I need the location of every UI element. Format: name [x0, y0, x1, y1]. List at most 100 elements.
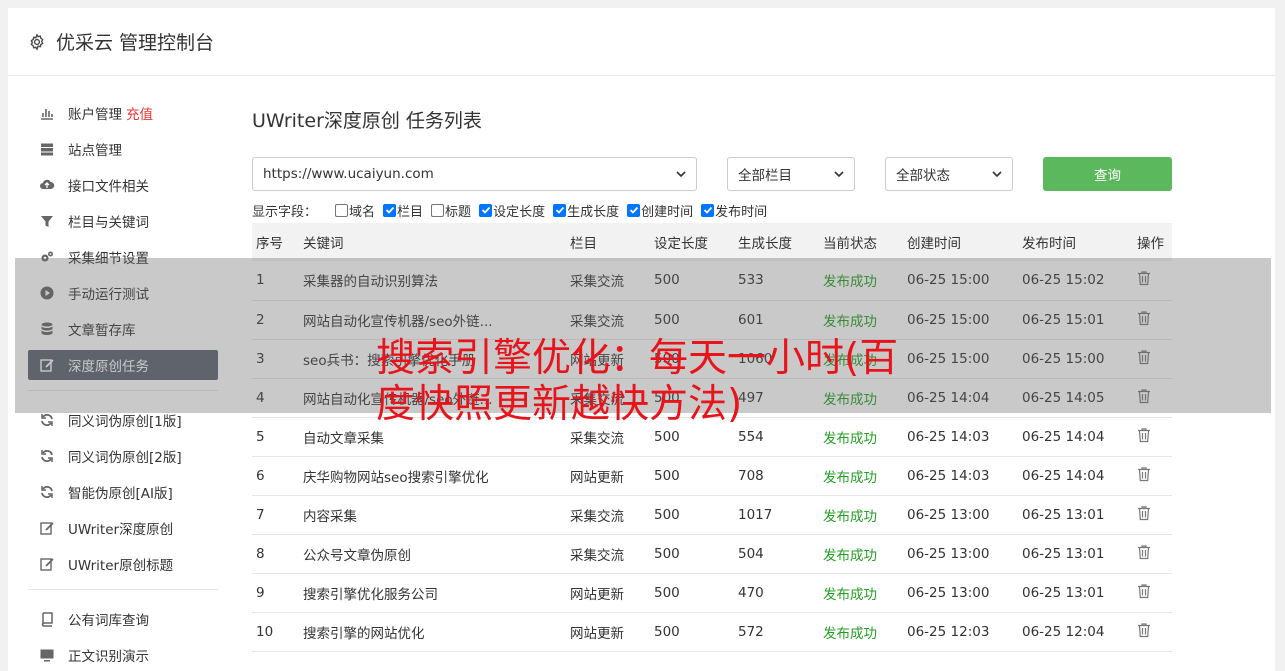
gear-icon [30, 32, 44, 51]
checkbox-label: 发布时间 [715, 204, 768, 220]
refresh-icon [38, 412, 56, 428]
trash-icon[interactable] [1137, 544, 1151, 560]
table-cell-action [1133, 456, 1172, 495]
filter-bar: https://www.ucaiyun.com 全部栏目 全部状态 查询 [252, 157, 1172, 191]
column-header: 栏目 [570, 236, 597, 252]
table-cell: 06-25 12:03 [907, 623, 990, 640]
column-select[interactable]: 全部栏目 [727, 157, 855, 191]
table-cell: 网站更新 [570, 469, 624, 486]
sidebar-item-label: 公有词库查询 [68, 613, 149, 629]
sidebar-item-label: 账户管理 [68, 107, 122, 123]
query-button[interactable]: 查询 [1043, 157, 1172, 191]
checkbox-box[interactable] [627, 203, 641, 217]
table-cell-action [1133, 612, 1172, 651]
sidebar-item-label: UWriter深度原创 [68, 522, 174, 538]
checkbox-box[interactable] [335, 203, 349, 217]
sidebar-item-0[interactable]: 账户管理 充值 [28, 98, 218, 128]
checkbox-box[interactable] [479, 203, 493, 217]
table-row: 6 庆华购物网站seo搜索引擎优化 网站更新 500 708 发布成功 06-25 14:0… [252, 456, 1172, 495]
table-cell: 06-25 14:04 [1022, 467, 1105, 484]
chevron-down-icon [834, 171, 844, 178]
table-row: 8 公众号文章伪原创 采集交流 500 504 发布成功 06-25 13:00 06-25 … [252, 534, 1172, 573]
field-checkbox-6[interactable]: 发布时间 [701, 201, 767, 220]
table-cell: 发布成功 [823, 508, 877, 525]
table-cell: 网站更新 [570, 586, 624, 603]
trash-icon[interactable] [1137, 583, 1151, 599]
table-cell: 庆华购物网站seo搜索引擎优化 [303, 469, 489, 486]
sidebar-item-12[interactable]: UWriter原创标题 [28, 549, 218, 579]
table-cell: 504 [738, 545, 764, 562]
field-checkbox-0[interactable]: 域名 [335, 201, 375, 220]
bar-chart-icon [38, 105, 56, 121]
column-header: 设定长度 [654, 236, 708, 252]
sidebar-item-3[interactable]: 栏目与关键词 [28, 206, 218, 236]
checkbox-label: 设定长度 [493, 204, 546, 220]
column-header: 发布时间 [1022, 236, 1076, 252]
recharge-link[interactable]: 充值 [126, 103, 153, 123]
checkbox-box[interactable] [553, 203, 567, 217]
trash-icon[interactable] [1137, 427, 1151, 443]
sidebar-item-1[interactable]: 站点管理 [28, 134, 218, 164]
table-cell: 06-25 13:00 [907, 545, 990, 562]
field-checkbox-5[interactable]: 创建时间 [627, 201, 693, 220]
chevron-down-icon [992, 171, 1002, 178]
trash-icon[interactable] [1137, 466, 1151, 482]
checkbox-box[interactable] [383, 203, 397, 217]
table-row: 7 内容采集 采集交流 500 1017 发布成功 06-25 13:00 06-25 13:… [252, 495, 1172, 534]
sidebar-item-label: 站点管理 [68, 143, 122, 159]
table-cell: 采集交流 [570, 508, 624, 525]
sidebar-item-label: 同义词伪原创[2版] [68, 450, 182, 466]
column-header: 操作 [1137, 236, 1164, 252]
trash-icon[interactable] [1137, 622, 1151, 638]
sidebar-item-9[interactable]: 同义词伪原创[2版] [28, 441, 218, 471]
field-checkbox-2[interactable]: 标题 [431, 201, 471, 220]
checkbox-box[interactable] [701, 203, 715, 217]
field-checkbox-4[interactable]: 生成长度 [553, 201, 619, 220]
sidebar-item-label: 智能伪原创[AI版] [68, 486, 173, 502]
display-fields-label: 显示字段： [252, 204, 318, 220]
sidebar-item-11[interactable]: UWriter深度原创 [28, 513, 218, 543]
display-fields: 显示字段： 域名 栏目 标题 设定长度 生成长度 创建时间 发布时间 [252, 200, 1172, 220]
trash-icon[interactable] [1137, 505, 1151, 521]
sidebar-item-14[interactable]: 正文识别演示 [28, 640, 218, 670]
field-checkbox-3[interactable]: 设定长度 [479, 201, 545, 220]
app-header: 优采云 管理控制台 [8, 8, 1275, 76]
table-cell: 500 [654, 545, 680, 562]
checkbox-label: 生成长度 [567, 204, 620, 220]
site-url-select[interactable]: https://www.ucaiyun.com [252, 157, 697, 191]
table-cell: 7 [256, 506, 265, 523]
monitor-icon [38, 647, 56, 663]
table-cell: 5 [256, 428, 265, 445]
chevron-down-icon [676, 171, 686, 178]
sidebar-item-13[interactable]: 公有词库查询 [28, 604, 218, 634]
check-icon [629, 206, 638, 214]
table-cell: 发布成功 [823, 469, 877, 486]
table-cell: 500 [654, 623, 680, 640]
table-cell: 8 [256, 545, 265, 562]
status-select-value: 全部状态 [896, 168, 950, 184]
check-icon [481, 206, 490, 214]
sidebar-item-10[interactable]: 智能伪原创[AI版] [28, 477, 218, 507]
table-cell: 572 [738, 623, 764, 640]
field-checkbox-1[interactable]: 栏目 [383, 201, 423, 220]
app-title: 优采云 管理控制台 [56, 32, 215, 54]
edit-icon [38, 556, 56, 572]
check-icon [703, 206, 712, 214]
table-cell: 网站更新 [570, 625, 624, 642]
table-cell: 发布成功 [823, 586, 877, 603]
server-icon [38, 141, 56, 157]
sidebar-divider [28, 589, 218, 590]
book-icon [38, 611, 56, 627]
checkbox-box[interactable] [431, 203, 445, 217]
edit-icon [38, 520, 56, 536]
checkbox-label: 创建时间 [641, 204, 694, 220]
table-cell: 500 [654, 506, 680, 523]
table-cell: 06-25 13:01 [1022, 545, 1105, 562]
sidebar-item-2[interactable]: 接口文件相关 [28, 170, 218, 200]
table-cell: 发布成功 [823, 625, 877, 642]
sidebar-item-label: 正文识别演示 [68, 649, 149, 665]
status-select[interactable]: 全部状态 [885, 157, 1013, 191]
table-cell: 708 [738, 467, 764, 484]
table-cell: 06-25 12:04 [1022, 623, 1105, 640]
sidebar-item-label: UWriter原创标题 [68, 558, 174, 574]
